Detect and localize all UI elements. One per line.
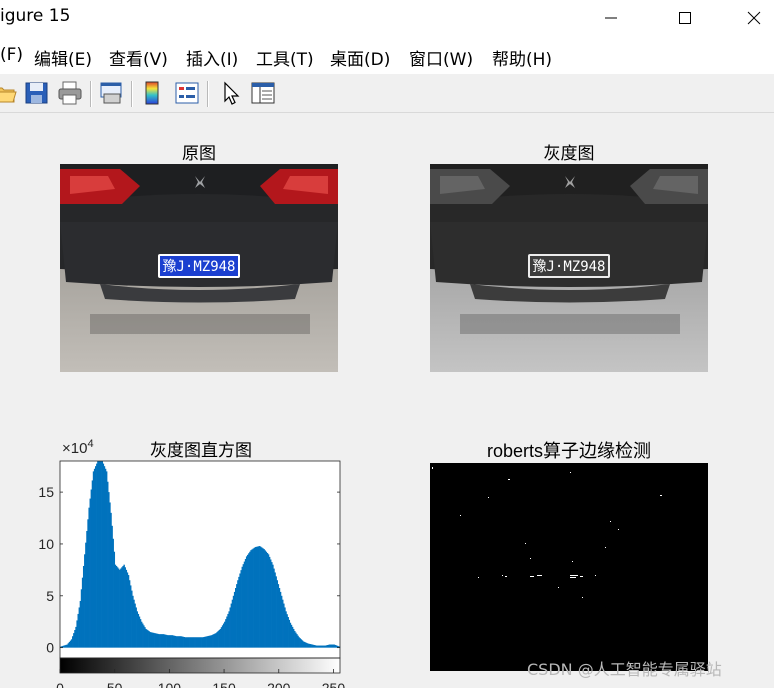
window-title: igure 15 — [0, 6, 71, 26]
x-tick-label: 150 — [212, 680, 236, 688]
plate-text-gray: 豫J·MZ948 — [532, 259, 605, 275]
y-tick-label: 5 — [46, 588, 54, 604]
grayscale-colorbar — [59, 657, 341, 674]
menu-edit[interactable]: 编辑(E) — [34, 45, 92, 70]
x-tick-label: 250 — [322, 680, 346, 688]
y-tick-label: 10 — [38, 536, 54, 552]
original-image: 豫J·MZ948 — [60, 164, 338, 372]
open-folder-icon — [0, 87, 17, 103]
gray-image-title: 灰度图 — [543, 144, 595, 164]
close-button[interactable] — [731, 0, 774, 36]
close-icon — [747, 11, 761, 25]
y-tick-label: 15 — [38, 484, 54, 500]
open-button[interactable] — [0, 80, 18, 106]
toolbar-separator — [207, 81, 208, 107]
x-tick-label: 0 — [56, 680, 64, 688]
csdn-watermark: CSDN @人工智能专属驿站 — [527, 660, 722, 679]
menu-desktop[interactable]: 桌面(D) — [330, 45, 390, 70]
toolbar-separator — [131, 81, 132, 107]
save-icon — [25, 82, 48, 104]
menu-file[interactable]: (F) — [0, 45, 23, 65]
print-icon — [58, 81, 82, 105]
edit-plot-button[interactable] — [219, 80, 245, 106]
car-rear-color-illustration: 豫J·MZ948 — [60, 164, 338, 372]
save-button[interactable] — [24, 80, 50, 106]
car-rear-gray-illustration: 豫J·MZ948 — [430, 164, 708, 372]
toolbar-separator — [90, 81, 91, 107]
menu-view[interactable]: 查看(V) — [109, 45, 168, 70]
colorbar-button[interactable] — [140, 80, 166, 106]
y-tick-label: 0 — [46, 640, 54, 656]
original-image-title: 原图 — [182, 144, 216, 164]
window-titlebar: igure 15 — [0, 0, 774, 36]
menu-bar: (F) 编辑(E) 查看(V) 插入(I) 工具(T) 桌面(D) 窗口(W) … — [0, 36, 774, 75]
legend-icon — [175, 82, 199, 104]
maximize-icon — [679, 12, 691, 24]
print-preview-icon — [100, 82, 122, 104]
print-preview-button[interactable] — [98, 80, 124, 106]
menu-help[interactable]: 帮助(H) — [492, 45, 552, 70]
menu-tools[interactable]: 工具(T) — [256, 45, 314, 70]
legend-button[interactable] — [174, 80, 200, 106]
edge-points — [432, 467, 662, 598]
menu-window[interactable]: 窗口(W) — [409, 45, 473, 70]
edge-image-title: roberts算子边缘检测 — [486, 441, 652, 461]
x-tick-label: 100 — [158, 680, 182, 688]
minimize-button[interactable] — [588, 0, 634, 36]
maximize-button[interactable] — [662, 0, 708, 36]
plate-text: 豫J·MZ948 — [162, 259, 235, 275]
edge-image — [430, 463, 708, 671]
minimize-icon — [605, 17, 617, 19]
x-tick-label: 200 — [267, 680, 291, 688]
pointer-icon — [224, 81, 240, 105]
colorbar-icon — [145, 81, 159, 105]
figure-toolbar — [0, 74, 774, 113]
property-inspector-button[interactable] — [250, 80, 276, 106]
histogram-chart: 0510150 50 100 150 200 250 — [38, 460, 346, 688]
property-inspector-icon — [251, 82, 275, 104]
gray-image: 豫J·MZ948 — [430, 164, 708, 372]
x-tick-label: 50 — [107, 680, 123, 688]
print-button[interactable] — [57, 80, 83, 106]
menu-insert[interactable]: 插入(I) — [186, 45, 238, 70]
